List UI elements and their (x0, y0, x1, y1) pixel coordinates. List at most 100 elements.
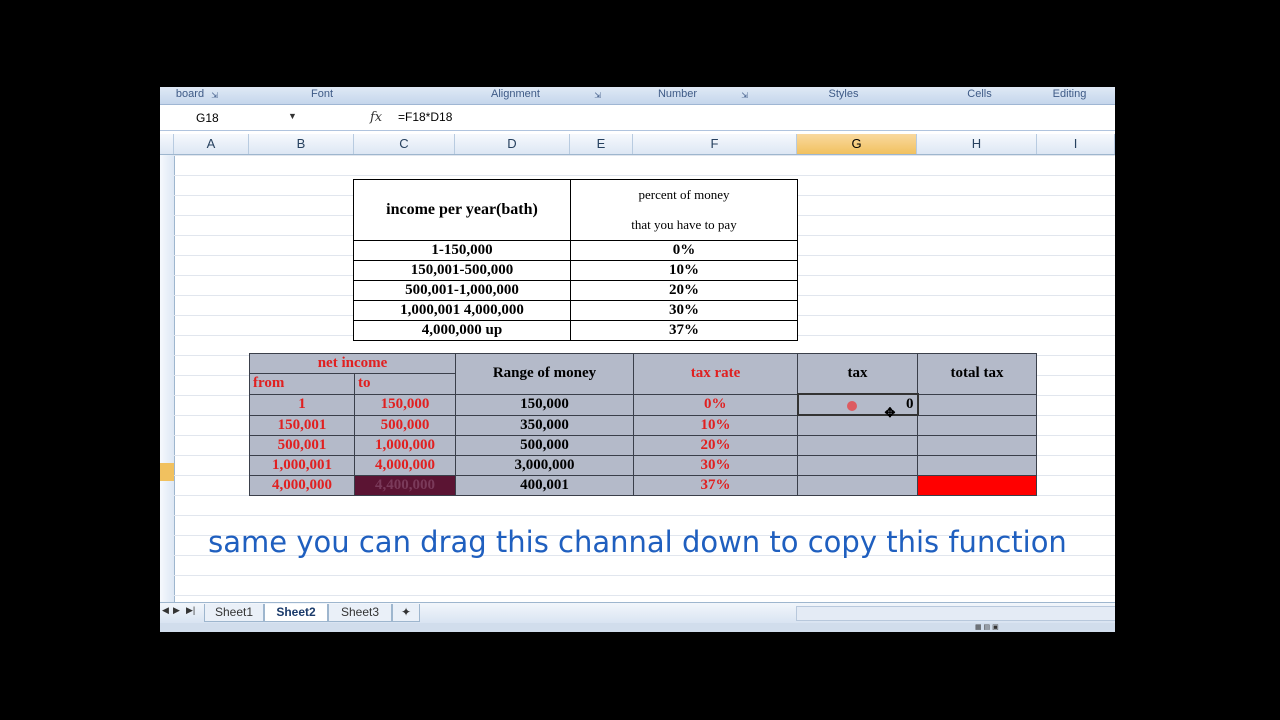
percent-header-line2: that you have to pay (631, 217, 737, 232)
ribbon-group-alignment[interactable]: Alignment ⇲ (428, 87, 603, 104)
rate-cell[interactable]: 10% (633, 414, 798, 436)
chevron-down-icon[interactable]: ▼ (288, 111, 297, 121)
total-tax-cell[interactable] (917, 455, 1037, 476)
active-cell-g18[interactable]: ✥ 0 (796, 393, 919, 420)
column-header-d[interactable]: D (455, 134, 570, 154)
ribbon-group-cells[interactable]: Cells (937, 87, 1022, 104)
table-row: 4,000,000 4,400,000 400,001 37% (249, 475, 1037, 496)
last-sheet-icon[interactable]: ▶| (186, 605, 195, 616)
group-label: Editing (1052, 88, 1087, 100)
tax-value: 0 (906, 396, 914, 412)
ribbon-group-styles[interactable]: Styles (752, 87, 935, 104)
total-tax-cell[interactable] (917, 393, 1037, 416)
dialog-launcher-icon[interactable]: ⇲ (211, 89, 218, 103)
tax-table: net income Range of money tax rate tax t… (249, 352, 1037, 496)
view-buttons-icon[interactable]: ▦ ▤ ▣ (975, 623, 999, 631)
column-header-b[interactable]: B (249, 134, 354, 154)
dialog-launcher-icon[interactable]: ⇲ (741, 89, 748, 103)
tax-cell[interactable] (797, 475, 918, 496)
sheet-tab-bar: ◀ ▶ ▶| Sheet1 Sheet2 Sheet3 ✦ (160, 602, 1115, 623)
ribbon-group-editing[interactable]: Editing (1024, 87, 1115, 104)
rate-cell[interactable]: 0% (570, 240, 798, 261)
percent-header-line1: percent of money (638, 187, 730, 202)
formula-input[interactable]: =F18*D18 (398, 110, 452, 124)
tax-rate-header[interactable]: tax rate (633, 353, 798, 395)
total-tax-cell[interactable] (917, 414, 1037, 436)
ribbon-group-clipboard[interactable]: board ⇲ (160, 87, 220, 104)
income-range-cell[interactable]: 1-150,000 (353, 240, 571, 261)
rate-cell[interactable]: 37% (633, 475, 798, 496)
tab-sheet3[interactable]: Sheet3 (328, 604, 392, 622)
total-tax-header[interactable]: total tax (917, 353, 1037, 395)
column-headers: A B C D E F G H I (160, 134, 1115, 155)
tax-cell[interactable] (797, 455, 918, 476)
to-cell[interactable]: 500,000 (354, 414, 456, 436)
prev-sheet-icon[interactable]: ▶ (173, 605, 180, 616)
table-row: 150,001 500,000 350,000 10% (249, 414, 1037, 436)
to-header[interactable]: to (354, 373, 456, 395)
ribbon-group-number[interactable]: Number ⇲ (605, 87, 750, 104)
horizontal-scrollbar[interactable] (796, 606, 1115, 621)
tax-cell[interactable] (797, 414, 918, 436)
range-cell[interactable]: 350,000 (455, 414, 634, 436)
rate-cell[interactable]: 10% (570, 260, 798, 281)
function-icon[interactable]: fx (370, 110, 382, 125)
from-cell[interactable]: 150,001 (249, 414, 355, 436)
rate-cell[interactable]: 30% (570, 300, 798, 321)
tax-cell[interactable] (797, 435, 918, 456)
from-cell[interactable]: 1 (249, 393, 355, 416)
rate-cell[interactable]: 30% (633, 455, 798, 476)
percent-header[interactable]: percent of money that you have to pay (570, 179, 798, 241)
from-cell[interactable]: 500,001 (249, 435, 355, 456)
range-header[interactable]: Range of money (455, 353, 634, 395)
ribbon-group-font[interactable]: Font (222, 87, 422, 104)
from-header[interactable]: from (249, 373, 355, 395)
rate-table: income per year(bath) percent of money t… (353, 179, 798, 341)
rate-cell[interactable]: 37% (570, 320, 798, 341)
dialog-launcher-icon[interactable]: ⇲ (594, 89, 601, 103)
column-header-e[interactable]: E (570, 134, 633, 154)
table-row: 1 150,000 150,000 0% ✥ 0 (249, 393, 1037, 420)
total-tax-cell[interactable] (917, 435, 1037, 456)
net-income-header[interactable]: net income (249, 352, 456, 375)
income-range-cell[interactable]: 150,001-500,000 (353, 260, 571, 281)
column-header-c[interactable]: C (354, 134, 455, 154)
formula-bar: G18 ▼ fx =F18*D18 (160, 107, 1115, 131)
column-header-h[interactable]: H (917, 134, 1037, 154)
from-cell[interactable]: 4,000,000 (249, 475, 355, 496)
rate-cell[interactable]: 0% (633, 393, 798, 416)
column-header-g[interactable]: G (797, 134, 917, 154)
income-range-cell[interactable]: 1,000,001 4,000,000 (353, 300, 571, 321)
tab-sheet1[interactable]: Sheet1 (204, 604, 264, 622)
name-box[interactable]: G18 (160, 109, 298, 127)
from-cell[interactable]: 1,000,001 (249, 455, 355, 476)
to-cell[interactable]: 4,400,000 (354, 475, 456, 496)
selected-row-header[interactable] (160, 463, 174, 481)
to-cell[interactable]: 4,000,000 (354, 455, 456, 476)
tab-sheet2[interactable]: Sheet2 (264, 604, 328, 622)
range-cell[interactable]: 400,001 (455, 475, 634, 496)
to-cell[interactable]: 150,000 (354, 393, 456, 416)
column-header-f[interactable]: F (633, 134, 797, 154)
range-cell[interactable]: 3,000,000 (455, 455, 634, 476)
range-cell[interactable]: 500,000 (455, 435, 634, 456)
insert-sheet-icon[interactable]: ✦ (392, 604, 420, 622)
column-header-i[interactable]: I (1037, 134, 1115, 154)
rate-cell[interactable]: 20% (570, 280, 798, 301)
status-bar (160, 623, 1115, 632)
column-header-a[interactable]: A (174, 134, 249, 154)
income-header[interactable]: income per year(bath) (353, 179, 571, 241)
range-cell[interactable]: 150,000 (455, 393, 634, 416)
to-cell[interactable]: 1,000,000 (354, 435, 456, 456)
group-label: Styles (828, 88, 859, 100)
rate-cell[interactable]: 20% (633, 435, 798, 456)
income-range-cell[interactable]: 4,000,000 up (353, 320, 571, 341)
income-range-cell[interactable]: 500,001-1,000,000 (353, 280, 571, 301)
table-row: 500,001 1,000,000 500,000 20% (249, 435, 1037, 456)
select-all-corner[interactable] (160, 134, 174, 154)
tax-header[interactable]: tax (797, 353, 918, 395)
move-cursor-icon: ✥ (884, 405, 896, 420)
total-tax-cell[interactable] (917, 475, 1037, 496)
ribbon-group-labels: board ⇲ Font Alignment ⇲ Number ⇲ Styles Ce… (160, 87, 1115, 105)
first-sheet-icon[interactable]: ◀ (162, 605, 169, 616)
